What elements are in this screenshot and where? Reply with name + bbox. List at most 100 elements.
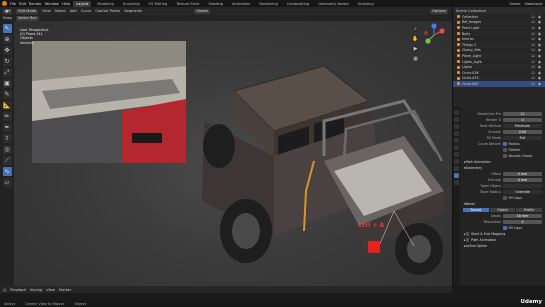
tab-geometry-nodes[interactable]: Geometry Nodes: [315, 1, 351, 7]
visibility-icons[interactable]: ☑ ◉: [532, 60, 543, 64]
physics-tab-icon[interactable]: [454, 159, 459, 164]
visibility-icons[interactable]: ☑ ◉: [532, 26, 543, 30]
render-tab-icon[interactable]: [454, 117, 459, 122]
tab-shading[interactable]: Shading: [205, 1, 226, 7]
twist-method-dropdown[interactable]: Minimum: [503, 123, 542, 129]
options-dropdown[interactable]: Options: [430, 8, 448, 14]
fill-mode-dropdown[interactable]: Full: [503, 135, 542, 141]
truck-model[interactable]: [174, 61, 452, 286]
rotate-tool-icon[interactable]: ↻: [2, 57, 12, 66]
menu-window[interactable]: Window: [45, 2, 59, 6]
select-tool-icon[interactable]: ↖: [2, 24, 12, 33]
tab-sculpting[interactable]: Sculpting: [120, 1, 143, 7]
grid-view-icon[interactable]: ▦: [412, 55, 419, 62]
bevel-round-button[interactable]: Round: [463, 207, 489, 213]
timeline-editor-icon[interactable]: ◷: [3, 288, 6, 292]
editor-type-button[interactable]: ▣▾: [3, 8, 13, 14]
offset-field[interactable]: 0 mm: [503, 171, 542, 177]
tool-tab-icon[interactable]: [454, 110, 459, 115]
modifier-tab-icon[interactable]: [454, 152, 459, 157]
tab-scripting[interactable]: Scripting: [355, 1, 377, 7]
fill-caps-checkbox[interactable]: [503, 196, 507, 200]
curve-data-tab-icon[interactable]: [454, 173, 459, 178]
annotate-tool-icon[interactable]: ✎: [2, 90, 12, 99]
tab-layout[interactable]: Layout: [73, 0, 92, 7]
taper-object-field[interactable]: [503, 183, 542, 189]
tab-texture-paint[interactable]: Texture Paint: [173, 1, 202, 7]
active-spline-section[interactable]: ▸ Active Spline: [461, 243, 545, 249]
visibility-icons[interactable]: ☑ ◉: [532, 20, 543, 24]
taper-radius-dropdown[interactable]: Override: [503, 189, 542, 195]
extrude-field[interactable]: 0 mm: [503, 177, 542, 183]
playback-menu[interactable]: Playback: [10, 288, 26, 292]
menu-select[interactable]: Select: [55, 9, 66, 13]
view-layer-selector[interactable]: ViewLayer: [524, 2, 543, 6]
visibility-icons[interactable]: ☑ ◉: [532, 54, 543, 58]
stretch-checkbox[interactable]: [503, 148, 507, 152]
path-animation-2-checkbox[interactable]: [465, 238, 470, 242]
zoom-icon[interactable]: ⌕: [412, 25, 419, 32]
visibility-icons[interactable]: ☑ ◉: [532, 37, 543, 41]
tab-uv-editing[interactable]: UV Editing: [146, 1, 171, 7]
select-box-dropdown[interactable]: Select Box: [15, 15, 39, 21]
menu-view[interactable]: View: [42, 9, 51, 13]
pan-hand-icon[interactable]: ✋: [412, 35, 419, 42]
tab-modeling[interactable]: Modeling: [94, 1, 116, 7]
radius-tool-icon[interactable]: ◎: [2, 145, 12, 154]
menu-add[interactable]: Add: [70, 9, 77, 13]
tab-compositing[interactable]: Compositing: [284, 1, 313, 7]
3d-viewport[interactable]: User Perspective (0) Plane.141 Objects V…: [14, 21, 452, 286]
keying-menu[interactable]: Keying: [30, 288, 42, 292]
tilt-tool-icon[interactable]: ⟋: [2, 156, 12, 165]
extrude-tool-icon[interactable]: ⇧: [2, 134, 12, 143]
view-menu[interactable]: View: [46, 288, 55, 292]
world-tab-icon[interactable]: [454, 138, 459, 143]
resolution-bevel-field[interactable]: 4: [503, 219, 542, 225]
marker-menu[interactable]: Marker: [59, 288, 71, 292]
blender-logo-icon[interactable]: [2, 1, 7, 6]
menu-edit[interactable]: Edit: [19, 2, 26, 6]
tab-rendering[interactable]: Rendering: [256, 1, 280, 7]
menu-file[interactable]: File: [10, 2, 16, 6]
object-tab-icon[interactable]: [454, 145, 459, 150]
tab-animation[interactable]: Animation: [229, 1, 253, 7]
bevel-object-button[interactable]: Object: [489, 207, 516, 213]
bounds-clamp-checkbox[interactable]: [503, 154, 507, 158]
menu-curve[interactable]: Curve: [81, 9, 92, 13]
render-u-field[interactable]: 0: [503, 117, 542, 123]
visibility-icons[interactable]: ☑ ◉: [532, 15, 543, 19]
reference-image[interactable]: [32, 41, 186, 163]
measure-tool-icon[interactable]: 📐: [2, 101, 12, 110]
mode-dropdown[interactable]: Edit Mode: [16, 8, 39, 14]
visibility-icons[interactable]: ☑ ◉: [532, 82, 543, 86]
start-end-checkbox[interactable]: [465, 232, 470, 236]
depth-field[interactable]: 18 mm: [503, 213, 542, 219]
move-tool-icon[interactable]: ✥: [2, 46, 12, 55]
pen-tool-icon[interactable]: ✒: [2, 123, 12, 132]
transform-orientation-dropdown[interactable]: Global: [194, 8, 210, 14]
scene-selector[interactable]: Scene: [509, 2, 520, 6]
menu-render[interactable]: Render: [29, 2, 42, 6]
bevel-profile-button[interactable]: Profile: [516, 207, 543, 213]
draw-tool-icon[interactable]: ✏: [2, 112, 12, 121]
menu-control-points[interactable]: Control Points: [95, 9, 120, 13]
resolution-field[interactable]: 12: [503, 111, 542, 117]
outliner-item[interactable]: Circle.082 ☑ ◉: [453, 81, 545, 87]
smooth-field[interactable]: 0.00: [503, 129, 542, 135]
visibility-icons[interactable]: ☑ ◉: [532, 65, 543, 69]
visibility-icons[interactable]: ☑ ◉: [532, 32, 543, 36]
material-tab-icon[interactable]: [454, 180, 459, 185]
navigation-gizmo[interactable]: [422, 23, 446, 47]
output-tab-icon[interactable]: [454, 124, 459, 129]
transform-tool-icon[interactable]: ▣: [2, 79, 12, 88]
scene-tab-icon[interactable]: [454, 131, 459, 136]
scale-tool-icon[interactable]: ⤢: [2, 68, 12, 77]
cursor-tool-icon[interactable]: ⊕: [2, 35, 12, 44]
constraints-tab-icon[interactable]: [454, 166, 459, 171]
menu-segments[interactable]: Segments: [124, 9, 142, 13]
camera-icon[interactable]: ▶: [412, 45, 419, 52]
menu-help[interactable]: Help: [62, 2, 70, 6]
visibility-icons[interactable]: ☑ ◉: [532, 48, 543, 52]
visibility-icons[interactable]: ☑ ◉: [532, 76, 543, 80]
randomize-tool-icon[interactable]: ∿: [2, 167, 12, 176]
